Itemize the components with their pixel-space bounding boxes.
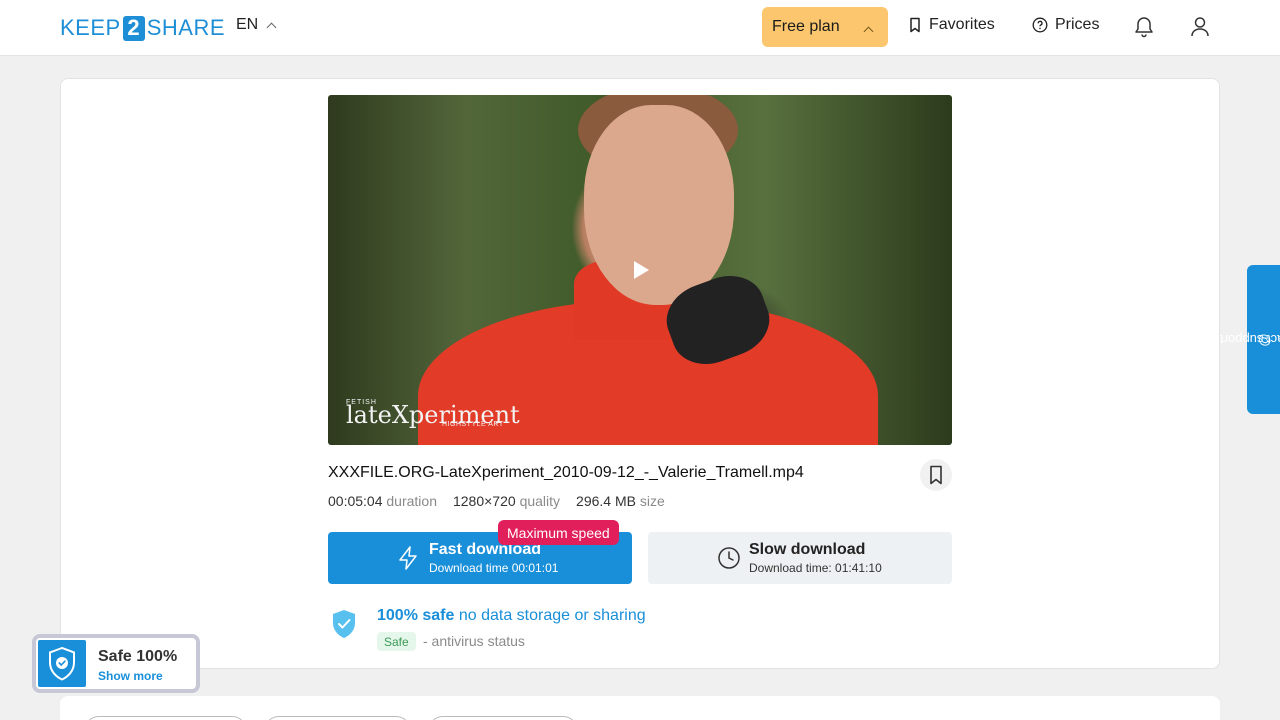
safety-statement: 100% safe no data storage or sharing bbox=[377, 607, 646, 625]
notifications-button[interactable] bbox=[1132, 15, 1156, 39]
video-preview[interactable]: FETISH lateXperiment HIGHSTYLE ART bbox=[328, 95, 952, 445]
bookmark-icon bbox=[930, 465, 942, 485]
tab-pill[interactable] bbox=[84, 716, 247, 720]
account-button[interactable] bbox=[1188, 15, 1212, 39]
safety-rest: no data storage or sharing bbox=[458, 607, 646, 624]
size-label: size bbox=[639, 493, 665, 509]
chevron-up-icon bbox=[266, 22, 277, 32]
slow-download-time: Download time: 01:41:10 bbox=[749, 561, 882, 575]
prices-label: Prices bbox=[1055, 16, 1100, 33]
contact-support-label: @ contact support bbox=[1219, 332, 1280, 347]
slow-download-button[interactable]: Slow download Download time: 01:41:10 bbox=[648, 532, 952, 584]
clock-icon bbox=[718, 547, 740, 569]
tab-pill[interactable] bbox=[264, 716, 411, 720]
duration-label: duration bbox=[386, 493, 437, 509]
favorites-label: Favorites bbox=[929, 16, 995, 33]
slow-download-title: Slow download bbox=[749, 541, 866, 558]
lightning-icon bbox=[399, 546, 417, 570]
file-meta: 00:05:04 duration 1280×720 quality 296.4… bbox=[328, 493, 665, 509]
quality-value: 1280×720 bbox=[452, 493, 516, 509]
tab-pill[interactable] bbox=[428, 716, 578, 720]
bookmark-icon bbox=[910, 17, 920, 33]
size-value: 296.4 MB bbox=[576, 493, 636, 509]
user-icon bbox=[1191, 17, 1209, 37]
logo-text-right: SHARE bbox=[146, 15, 225, 40]
contact-support-text: contact support bbox=[1219, 332, 1280, 348]
antivirus-status-label: - antivirus status bbox=[423, 633, 525, 649]
language-selector[interactable]: EN bbox=[236, 16, 277, 34]
file-name: XXXFILE.ORG-LateXperiment_2010-09-12_-_V… bbox=[328, 464, 804, 481]
logo-number: 2 bbox=[122, 15, 145, 41]
bell-icon bbox=[1135, 17, 1153, 38]
shield-check-icon bbox=[333, 610, 355, 638]
duration-value: 00:05:04 bbox=[328, 493, 383, 509]
safety-bold: 100% safe bbox=[377, 607, 455, 624]
safe-widget-title: Safe 100% bbox=[98, 648, 178, 665]
quality-label: quality bbox=[519, 493, 561, 509]
maximum-speed-badge: Maximum speed bbox=[498, 520, 619, 545]
chevron-up-icon bbox=[863, 26, 874, 37]
prices-link[interactable]: Prices bbox=[1032, 16, 1099, 34]
shield-check-icon bbox=[49, 646, 75, 681]
favorites-link[interactable]: Favorites bbox=[908, 16, 995, 34]
keep2share-logo[interactable]: KEEP 2 SHARE bbox=[60, 15, 225, 41]
free-plan-button[interactable]: Free plan bbox=[762, 7, 888, 47]
show-more-link[interactable]: Show more bbox=[98, 669, 163, 683]
play-icon[interactable] bbox=[634, 261, 649, 279]
plan-label: Free plan bbox=[772, 18, 840, 35]
question-circle-icon bbox=[1032, 17, 1048, 33]
add-to-favorites-button[interactable] bbox=[920, 459, 952, 491]
contact-support-tab[interactable]: @ contact support bbox=[1219, 265, 1280, 414]
language-label: EN bbox=[236, 16, 259, 33]
video-frame-face bbox=[584, 105, 734, 305]
top-header: KEEP 2 SHARE EN Free plan Favorites Prices bbox=[0, 0, 1280, 56]
safe-widget-badge bbox=[38, 640, 86, 687]
fast-download-time: Download time 00:01:01 bbox=[429, 561, 559, 575]
logo-text-left: KEEP bbox=[60, 15, 121, 40]
antivirus-status-badge: Safe bbox=[377, 632, 416, 651]
safe-widget[interactable]: Safe 100% Show more bbox=[32, 634, 200, 693]
watermark-tag: HIGHSTYLE ART bbox=[442, 421, 504, 428]
